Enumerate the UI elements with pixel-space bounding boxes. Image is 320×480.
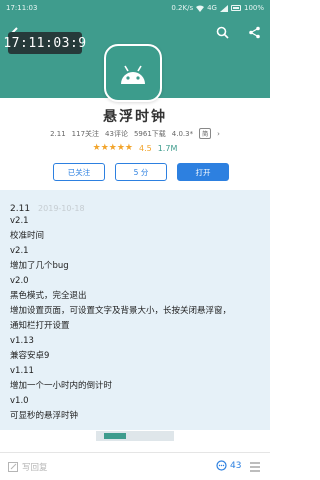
follow-button[interactable]: 已关注 (53, 163, 105, 181)
search-icon (216, 26, 229, 39)
info-badge: 简 (199, 128, 212, 139)
changelog-line: v1.13 (10, 336, 34, 346)
app-size: 4.0.3* (171, 129, 194, 138)
rating-score: 4.5 (138, 143, 152, 153)
screenshot-preview (104, 433, 126, 439)
changelog-line: v2.0 (10, 276, 29, 286)
search-button[interactable] (214, 24, 230, 40)
app-version: 2.11 (50, 129, 66, 138)
rating-row: ★★★★★ 4.5 1.7M (0, 143, 270, 153)
changelog-version: 2.11 (10, 204, 31, 214)
changelog-line: 增加一个一小时内的倒计时 (10, 381, 113, 391)
status-bar: 17:11:03 0.2K/s 4G 100% (0, 0, 270, 16)
download-count: 5961下载 (133, 129, 166, 138)
changelog-line: 黑色模式，完全退出 (10, 291, 87, 301)
battery-level: 100% (243, 4, 264, 12)
action-buttons: 已关注 5 分 打开 (53, 163, 229, 181)
network-type: 4G (207, 4, 217, 12)
app-screenshot-thumbnail[interactable] (96, 431, 174, 441)
app-meta-row: 2.11 117关注 43评论 5961下载 4.0.3* 简 › (0, 128, 270, 139)
changelog-line: 兼容安卓9 (10, 351, 50, 361)
comments-button[interactable]: 43 (216, 460, 241, 471)
floating-clock-overlay[interactable]: 17:11:03:9 (3, 32, 86, 54)
changelog-line: v2.1 (10, 246, 29, 256)
comment-count: 43 (230, 460, 242, 471)
signal-icon (219, 4, 228, 12)
changelog-panel: 2.11 2019-10-18 v2.1 校准时间 v2.1 增加了几个bug v… (0, 190, 270, 430)
status-time: 17:11:03 (6, 4, 38, 12)
changelog-line: 通知栏打开设置 (10, 321, 70, 331)
share-button[interactable] (246, 24, 262, 40)
changelog-line: 校准时间 (10, 231, 45, 241)
wifi-icon (196, 4, 205, 12)
changelog-line: v1.11 (10, 366, 34, 376)
changelog-line: 可显秒的悬浮时钟 (10, 411, 79, 421)
changelog-line: 增加了几个bug (10, 261, 69, 271)
star-rating: ★★★★★ (92, 143, 133, 153)
changelog-date: 2019-10-18 (38, 204, 85, 213)
changelog-header: 2.11 2019-10-18 (10, 204, 260, 214)
app-icon (104, 44, 162, 102)
followers-count: 117关注 (71, 129, 100, 138)
android-icon (121, 65, 145, 84)
reply-placeholder: 写回复 (22, 462, 48, 473)
reply-input[interactable]: 写回复 (8, 461, 198, 473)
menu-icon[interactable] (248, 461, 262, 473)
rate-button[interactable]: 5 分 (115, 163, 167, 181)
heat-count: 1.7M (157, 143, 178, 153)
changelog-line: 增加设置页面，可设置文字及背景大小，长按关闭悬浮窗， (10, 306, 232, 316)
chevron-right-icon[interactable]: › (217, 130, 220, 138)
network-speed: 0.2K/s (171, 4, 194, 12)
share-icon (248, 26, 260, 38)
battery-icon (230, 5, 241, 11)
changelog-line: v1.0 (10, 396, 29, 406)
edit-icon (8, 461, 18, 472)
changelog-line: v2.1 (10, 216, 29, 226)
bottom-bar: 写回复 43 (0, 452, 270, 480)
app-title: 悬浮时钟 (103, 109, 167, 125)
open-button[interactable]: 打开 (177, 163, 229, 181)
comment-icon (216, 460, 227, 471)
reviews-count: 43评论 (105, 129, 128, 138)
